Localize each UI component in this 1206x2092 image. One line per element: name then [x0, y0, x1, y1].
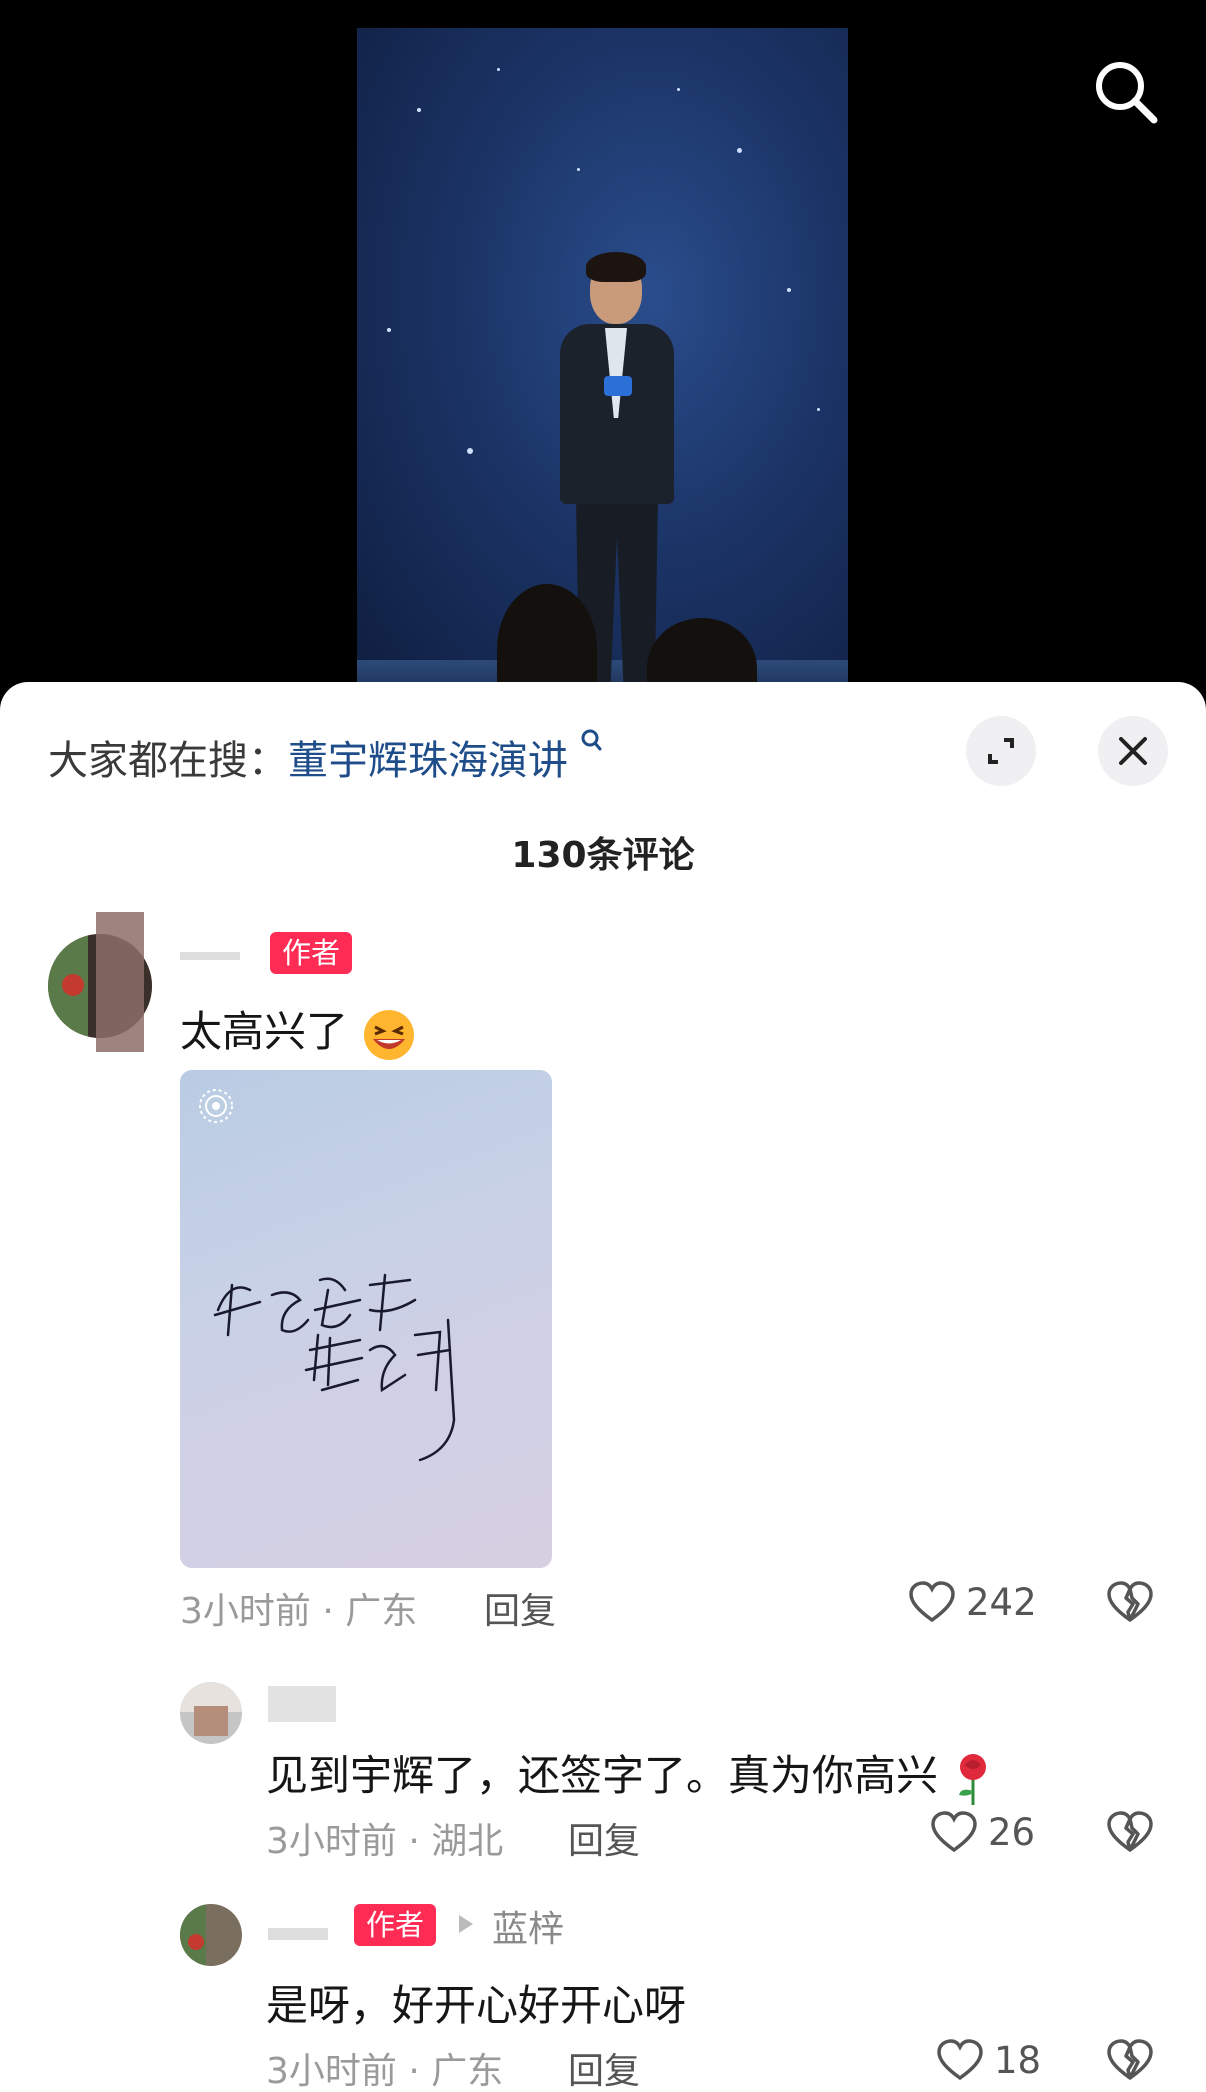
- search-button[interactable]: [1090, 56, 1162, 128]
- like-count: 18: [994, 2038, 1042, 2082]
- dislike-button[interactable]: [1106, 2038, 1154, 2086]
- star: [387, 328, 391, 332]
- comment-text-content: 见到宇辉了，还签字了。真为你高兴: [266, 1751, 939, 1800]
- broken-heart-icon: [1107, 1581, 1153, 1622]
- trending-prefix: 大家都在搜：: [48, 738, 288, 784]
- dislike-button[interactable]: [1106, 1580, 1154, 1628]
- star: [737, 148, 742, 153]
- like-count: 242: [966, 1580, 1037, 1624]
- avatar[interactable]: [180, 1904, 242, 1966]
- reply-button[interactable]: 回复: [484, 1582, 556, 1634]
- reply-to-username[interactable]: 蓝梓: [492, 1900, 564, 1952]
- username-hidden[interactable]: [268, 1928, 328, 1940]
- trending-search[interactable]: 大家都在搜：董宇辉珠海演讲: [48, 728, 602, 786]
- author-badge: 作者: [270, 932, 353, 974]
- broken-heart-icon: [1107, 1811, 1153, 1852]
- trending-keyword[interactable]: 董宇辉珠海演讲: [288, 738, 568, 784]
- expand-button[interactable]: [966, 716, 1036, 786]
- star: [577, 168, 580, 171]
- search-icon: [1096, 62, 1158, 124]
- reply-button[interactable]: 回复: [568, 2042, 640, 2092]
- comment-sheet: 大家都在搜：董宇辉珠海演讲 130条评论 作者 太高兴了 3小时前 · 广东 回…: [0, 682, 1206, 2092]
- reply-arrow-icon: [459, 1915, 473, 1933]
- heart-icon: [909, 1581, 955, 1623]
- comment-time-location: 3小时前 · 湖北: [266, 1821, 504, 1862]
- star: [817, 408, 820, 411]
- handwritten-signature: [213, 1273, 456, 1462]
- like-button[interactable]: 26: [930, 1810, 1035, 1854]
- like-button[interactable]: 18: [936, 2038, 1041, 2082]
- star: [417, 108, 421, 112]
- username-hidden[interactable]: [180, 952, 240, 960]
- pixelated-overlay: [96, 912, 144, 1052]
- star: [497, 68, 500, 71]
- star: [467, 448, 473, 454]
- comment-text: 见到宇辉了，还签字了。真为你高兴: [266, 1742, 995, 1807]
- laughing-emoji: [364, 1009, 415, 1060]
- comment-count-title: 130条评论: [511, 835, 695, 876]
- expand-icon: [988, 738, 1014, 764]
- comment-image[interactable]: [180, 1070, 552, 1568]
- broken-heart-icon: [1107, 2039, 1153, 2080]
- like-button[interactable]: 242: [908, 1580, 1037, 1624]
- like-count: 26: [988, 1810, 1036, 1854]
- video-player[interactable]: [357, 28, 848, 700]
- comment-text: 是呀，好开心好开心呀: [266, 1981, 687, 2030]
- small-search-icon: [572, 729, 602, 761]
- avatar[interactable]: [180, 1682, 242, 1744]
- comment-time-location: 3小时前 · 广东: [266, 2051, 504, 2092]
- comment-text: 太高兴了: [180, 998, 417, 1063]
- heart-icon: [937, 2039, 983, 2081]
- close-icon: [1119, 737, 1147, 765]
- rose-emoji: [959, 1753, 987, 1805]
- star: [677, 88, 680, 91]
- close-button[interactable]: [1098, 716, 1168, 786]
- dislike-button[interactable]: [1106, 1810, 1154, 1858]
- star: [787, 288, 791, 292]
- reply-button[interactable]: 回复: [568, 1812, 640, 1864]
- heart-icon: [931, 1811, 977, 1853]
- live-photo-icon: [199, 1089, 233, 1123]
- video-area[interactable]: [0, 0, 1206, 700]
- comment-text-content: 太高兴了: [180, 1007, 349, 1056]
- author-badge: 作者: [354, 1904, 437, 1946]
- username-hidden[interactable]: [268, 1686, 336, 1722]
- comment-time-location: 3小时前 · 广东: [180, 1591, 418, 1632]
